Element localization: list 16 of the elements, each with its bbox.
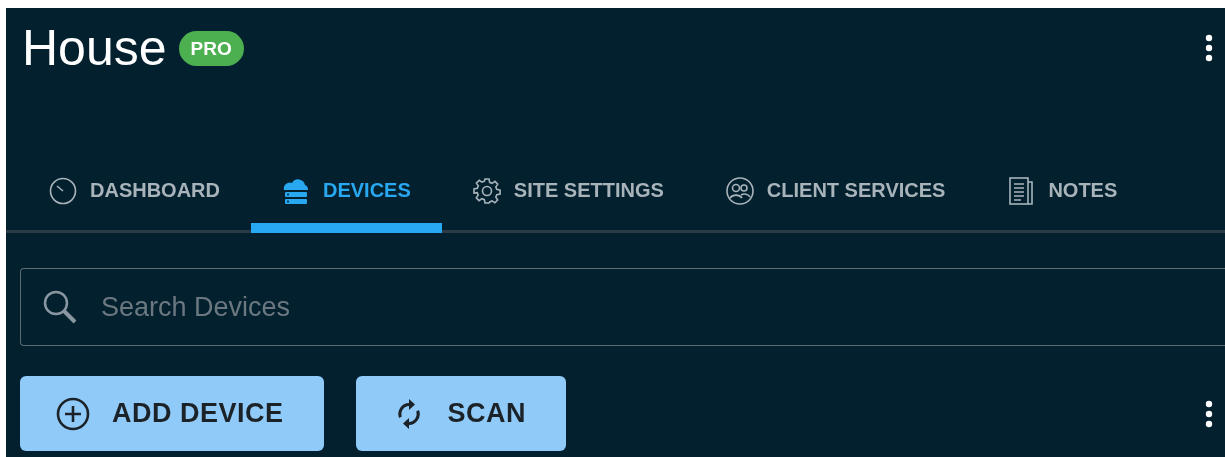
page-title: House bbox=[22, 20, 167, 76]
scan-button[interactable]: SCAN bbox=[355, 376, 567, 451]
settings-icon bbox=[471, 175, 502, 206]
tab[interactable]: DASHBOARD bbox=[18, 148, 251, 233]
add-device-button[interactable]: ADD DEVICE bbox=[20, 376, 324, 451]
more-menu-icon[interactable] bbox=[1205, 34, 1213, 62]
gauge-icon bbox=[48, 175, 78, 206]
tab[interactable]: SITE SETTINGS bbox=[441, 148, 695, 233]
search-field[interactable]: Search Devices bbox=[20, 268, 1225, 346]
tab[interactable]: CLIENT SERVICES bbox=[694, 148, 977, 233]
more-menu-icon[interactable] bbox=[1205, 399, 1213, 428]
people-icon bbox=[724, 175, 755, 206]
tab[interactable]: DEVICES bbox=[251, 148, 442, 233]
add-icon bbox=[56, 396, 90, 431]
tab[interactable]: NOTES bbox=[976, 148, 1149, 233]
pro-badge: PRO bbox=[178, 30, 244, 66]
